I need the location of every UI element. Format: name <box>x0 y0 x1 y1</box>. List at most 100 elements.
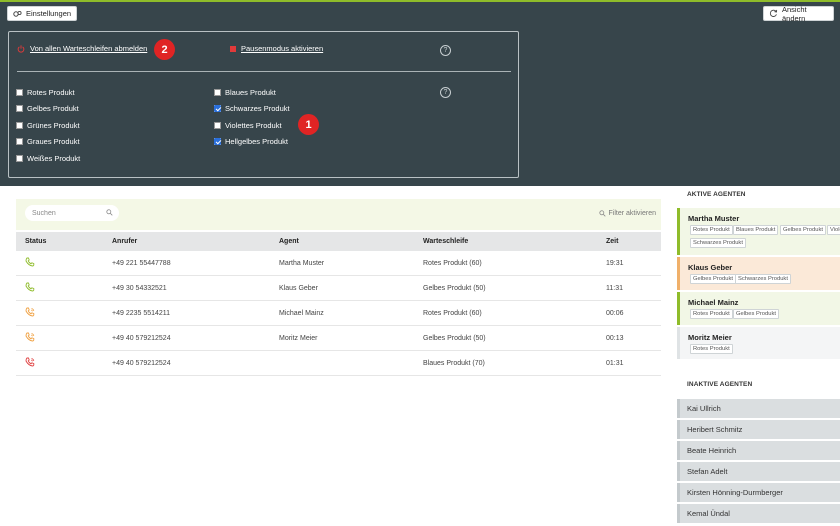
search-icon <box>598 210 606 217</box>
call-time: 00:06 <box>606 310 624 317</box>
settings-button-label: Einstellungen <box>26 9 72 18</box>
product-label: Graues Produkt <box>27 137 80 146</box>
product-label: Violettes Produkt <box>225 121 282 130</box>
product-checkbox-graues[interactable]: Graues Produkt <box>16 137 80 146</box>
table-row[interactable]: +49 2235 5514211 Michael Mainz Rotes Produ… <box>16 301 661 326</box>
product-checkbox-schwarzes[interactable]: Schwarzes Produkt <box>214 104 290 113</box>
table-row[interactable]: +49 40 579212524 Moritz Meier Gelbes Produ… <box>16 326 661 351</box>
agent-card-name: Klaus Geber <box>688 263 733 272</box>
queue-name: Rotes Produkt (60) <box>423 310 482 317</box>
product-tag: Rotes Produkt <box>690 309 733 319</box>
filter-label: Filter aktivieren <box>608 210 656 217</box>
header-queue[interactable]: Warteschleife <box>423 238 468 245</box>
product-label: Schwarzes Produkt <box>225 104 290 113</box>
checkbox-checked-icon <box>214 105 221 112</box>
logout-all-queues-link[interactable]: Von allen Warteschleifen abmelden <box>17 44 147 53</box>
agent-card-name: Martha Muster <box>688 214 740 223</box>
agent-name: Martha Muster <box>279 260 325 267</box>
caller-number: +49 221 55447788 <box>112 260 171 267</box>
annotation-badge-2: 2 <box>154 39 175 60</box>
phone-icon <box>25 307 35 319</box>
header-agent[interactable]: Agent <box>279 238 299 245</box>
product-tag: Violett <box>827 225 840 235</box>
product-label: Hellgelbes Produkt <box>225 137 288 146</box>
pause-icon <box>230 45 236 52</box>
activate-filter-link[interactable]: Filter aktivieren <box>598 210 656 217</box>
product-tag: Gelbes Produkt <box>690 274 736 284</box>
caller-number: +49 30 54332521 <box>112 285 167 292</box>
logout-all-label: Von allen Warteschleifen abmelden <box>30 44 148 53</box>
inactive-agent-item[interactable]: Beate Heinrich <box>677 441 840 460</box>
phone-icon <box>25 332 35 344</box>
power-icon <box>17 44 25 53</box>
inactive-agent-item[interactable]: Heribert Schmitz <box>677 420 840 439</box>
inactive-agents-heading: INAKTIVE AGENTEN <box>687 381 753 388</box>
header-time[interactable]: Zeit <box>606 238 618 245</box>
phone-icon <box>25 357 35 369</box>
caller-number: +49 40 579212524 <box>112 335 171 342</box>
active-agent-card[interactable]: Michael Mainz Rotes Produkt Gelbes Produkt <box>677 292 840 325</box>
product-tag: Blaues Produkt <box>733 225 779 235</box>
product-checkbox-gelbes[interactable]: Gelbes Produkt <box>16 104 79 113</box>
product-checkbox-gruenes[interactable]: Grünes Produkt <box>16 121 80 130</box>
header-caller[interactable]: Anrufer <box>112 238 137 245</box>
product-tag: Gelbes Produkt <box>733 309 779 319</box>
filter-bar: Filter aktivieren <box>16 199 661 230</box>
call-time: 01:31 <box>606 360 624 367</box>
search-input[interactable] <box>25 205 119 221</box>
product-tag: Rotes Produkt <box>690 225 733 235</box>
agent-card-name: Michael Mainz <box>688 298 739 307</box>
queue-settings-panel: Von allen Warteschleifen abmelden 2 Paus… <box>8 31 519 178</box>
table-row[interactable]: +49 30 54332521 Klaus Geber Gelbes Produkt… <box>16 276 661 301</box>
queue-name: Gelbes Produkt (50) <box>423 285 486 292</box>
checkbox-icon <box>214 122 221 129</box>
calls-table-header: Status Anrufer Agent Warteschleife Zeit <box>16 232 661 251</box>
pause-mode-link[interactable]: Pausenmodus aktivieren <box>230 44 323 53</box>
product-checkbox-hellgelbes[interactable]: Hellgelbes Produkt <box>214 137 288 146</box>
active-agent-card[interactable]: Klaus Geber Gelbes Produkt Schwarzes Produ… <box>677 257 840 290</box>
checkbox-icon <box>16 105 23 112</box>
help-icon-products[interactable]: ? <box>440 87 451 98</box>
product-tag: Gelbes Produkt <box>780 225 826 235</box>
checkbox-icon <box>16 155 23 162</box>
product-tag: Rotes Produkt <box>690 344 733 354</box>
agent-name: Michael Mainz <box>279 310 324 317</box>
change-view-label: Ansicht ändern <box>782 4 807 23</box>
search-icon <box>106 209 113 216</box>
product-checkbox-rotes[interactable]: Rotes Produkt <box>16 88 75 97</box>
agent-name: Moritz Meier <box>279 335 318 342</box>
change-view-button[interactable]: Ansicht ändern <box>763 4 834 23</box>
refresh-icon <box>769 9 778 17</box>
phone-icon <box>25 282 35 294</box>
caller-number: +49 40 579212524 <box>112 360 171 367</box>
inactive-agent-item[interactable]: Kirsten Hönning-Durmberger <box>677 483 840 502</box>
checkbox-checked-icon <box>214 138 221 145</box>
inactive-agent-item[interactable]: Kai Ullrich <box>677 399 840 418</box>
product-tag: Schwarzes Produkt <box>735 274 791 284</box>
checkbox-icon <box>214 89 221 96</box>
product-label: Blaues Produkt <box>225 88 276 97</box>
active-agent-card[interactable]: Martha Muster Rotes Produkt Blaues Produkt… <box>677 208 840 255</box>
inactive-agent-item[interactable]: Kemal Ündal <box>677 504 840 523</box>
help-icon[interactable]: ? <box>440 45 451 56</box>
panel-divider <box>17 71 511 72</box>
product-checkbox-violettes[interactable]: Violettes Produkt <box>214 121 282 130</box>
product-checkbox-blaues[interactable]: Blaues Produkt <box>214 88 276 97</box>
product-tag: Schwarzes Produkt <box>690 238 746 248</box>
checkbox-icon <box>16 89 23 96</box>
product-label: Weißes Produkt <box>27 154 81 163</box>
product-label: Grünes Produkt <box>27 121 80 130</box>
checkbox-icon <box>16 122 23 129</box>
active-agents-heading: AKTIVE AGENTEN <box>687 191 746 198</box>
settings-button[interactable]: Einstellungen <box>7 6 77 21</box>
active-agent-card[interactable]: Moritz Meier Rotes Produkt <box>677 327 840 359</box>
settings-icon <box>13 10 22 17</box>
header-status[interactable]: Status <box>25 238 46 245</box>
product-checkbox-weisses[interactable]: Weißes Produkt <box>16 154 80 163</box>
agent-name: Klaus Geber <box>279 285 318 292</box>
inactive-agent-item[interactable]: Stefan Adelt <box>677 462 840 481</box>
table-row[interactable]: +49 221 55447788 Martha Muster Rotes Produ… <box>16 251 661 276</box>
annotation-badge-1: 1 <box>298 114 319 135</box>
table-row[interactable]: +49 40 579212524 Blaues Produkt (70) 01:31 <box>16 351 661 376</box>
queue-name: Blaues Produkt (70) <box>423 360 485 367</box>
